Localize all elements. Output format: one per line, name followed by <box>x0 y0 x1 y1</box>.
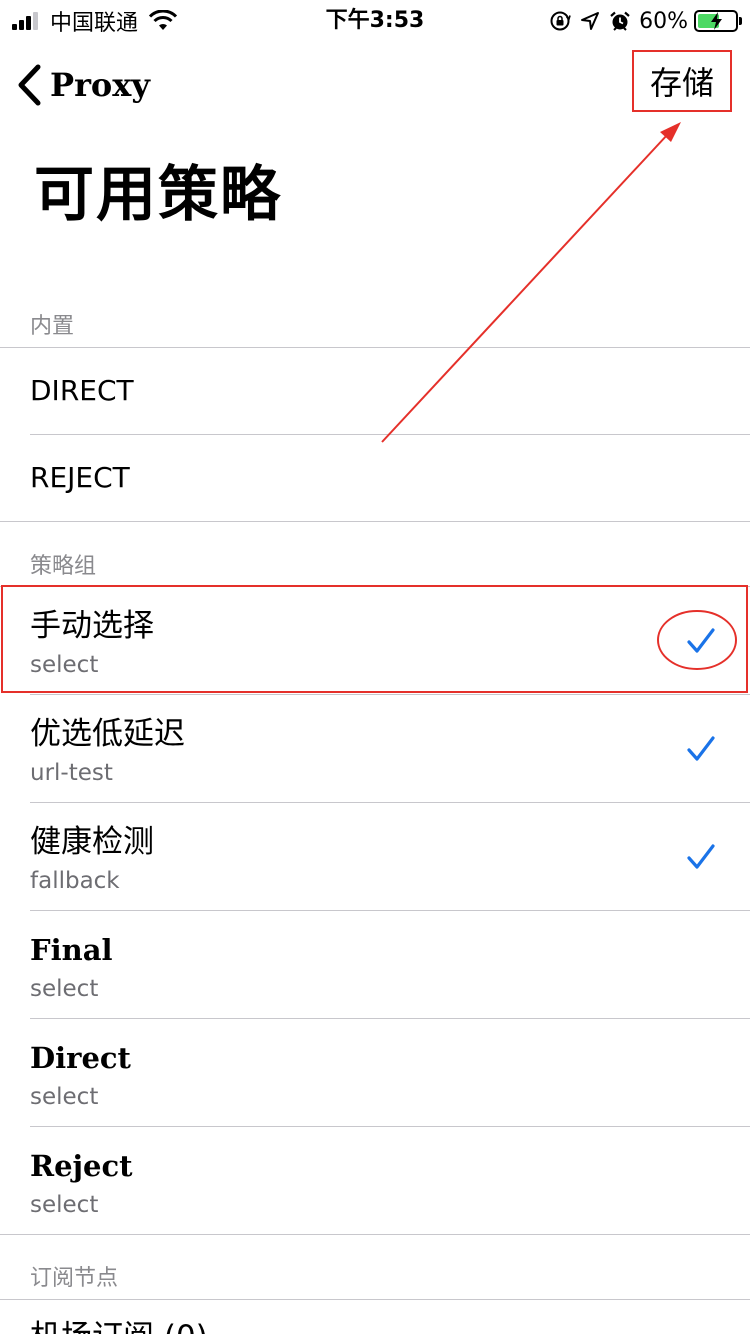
battery-percent: 60% <box>639 8 688 34</box>
battery-icon <box>694 10 742 32</box>
back-button[interactable]: Proxy <box>16 62 150 108</box>
rotation-lock-icon <box>550 11 571 31</box>
checkmark-icon <box>687 628 715 653</box>
group-type: select <box>30 1192 99 1218</box>
group-title: 优选低延迟 <box>30 716 185 752</box>
policy-row-direct[interactable]: DIRECT <box>0 347 750 434</box>
page-title: 可用策略 <box>34 160 282 230</box>
policy-label: REJECT <box>30 461 130 494</box>
group-title: Direct <box>30 1041 131 1075</box>
group-row-urltest[interactable]: 优选低延迟 url-test <box>0 694 750 802</box>
group-type: fallback <box>30 868 120 894</box>
annotation-arrow-head <box>660 122 681 142</box>
section-header-groups: 策略组 <box>30 554 97 579</box>
group-row-final[interactable]: Final select <box>0 910 750 1018</box>
group-row-direct[interactable]: Direct select <box>0 1018 750 1126</box>
policy-label: DIRECT <box>30 374 134 407</box>
policy-row-reject[interactable]: REJECT <box>0 434 750 521</box>
group-title: Reject <box>30 1149 133 1183</box>
chevron-left-icon <box>18 64 41 106</box>
group-title: 健康检测 <box>30 824 154 860</box>
group-row-fallback[interactable]: 健康检测 fallback <box>0 802 750 910</box>
group-title: Final <box>30 933 113 967</box>
back-label: Proxy <box>50 66 150 104</box>
divider <box>0 521 750 522</box>
alarm-clock-icon <box>610 11 630 31</box>
divider <box>0 1234 750 1235</box>
status-right: 60% <box>541 6 742 36</box>
group-row-manual[interactable]: 手动选择 select <box>0 586 750 694</box>
subscription-row[interactable]: 机场订阅 (0) <box>0 1299 750 1334</box>
subscription-title: 机场订阅 (0) <box>30 1317 208 1334</box>
checkmark-icon <box>687 736 715 761</box>
group-type: url-test <box>30 760 113 786</box>
section-header-subscription: 订阅节点 <box>30 1266 119 1291</box>
section-header-builtin: 内置 <box>30 314 75 339</box>
save-button[interactable]: 存储 <box>632 50 732 112</box>
group-type: select <box>30 1084 99 1110</box>
status-bar: 中国联通 下午3:53 60% <box>0 0 750 40</box>
group-type: select <box>30 976 99 1002</box>
group-title: 手动选择 <box>30 608 154 644</box>
group-row-reject[interactable]: Reject select <box>0 1126 750 1234</box>
checkmark-icon <box>687 844 715 869</box>
location-arrow-icon <box>581 12 600 30</box>
group-type: select <box>30 652 99 678</box>
